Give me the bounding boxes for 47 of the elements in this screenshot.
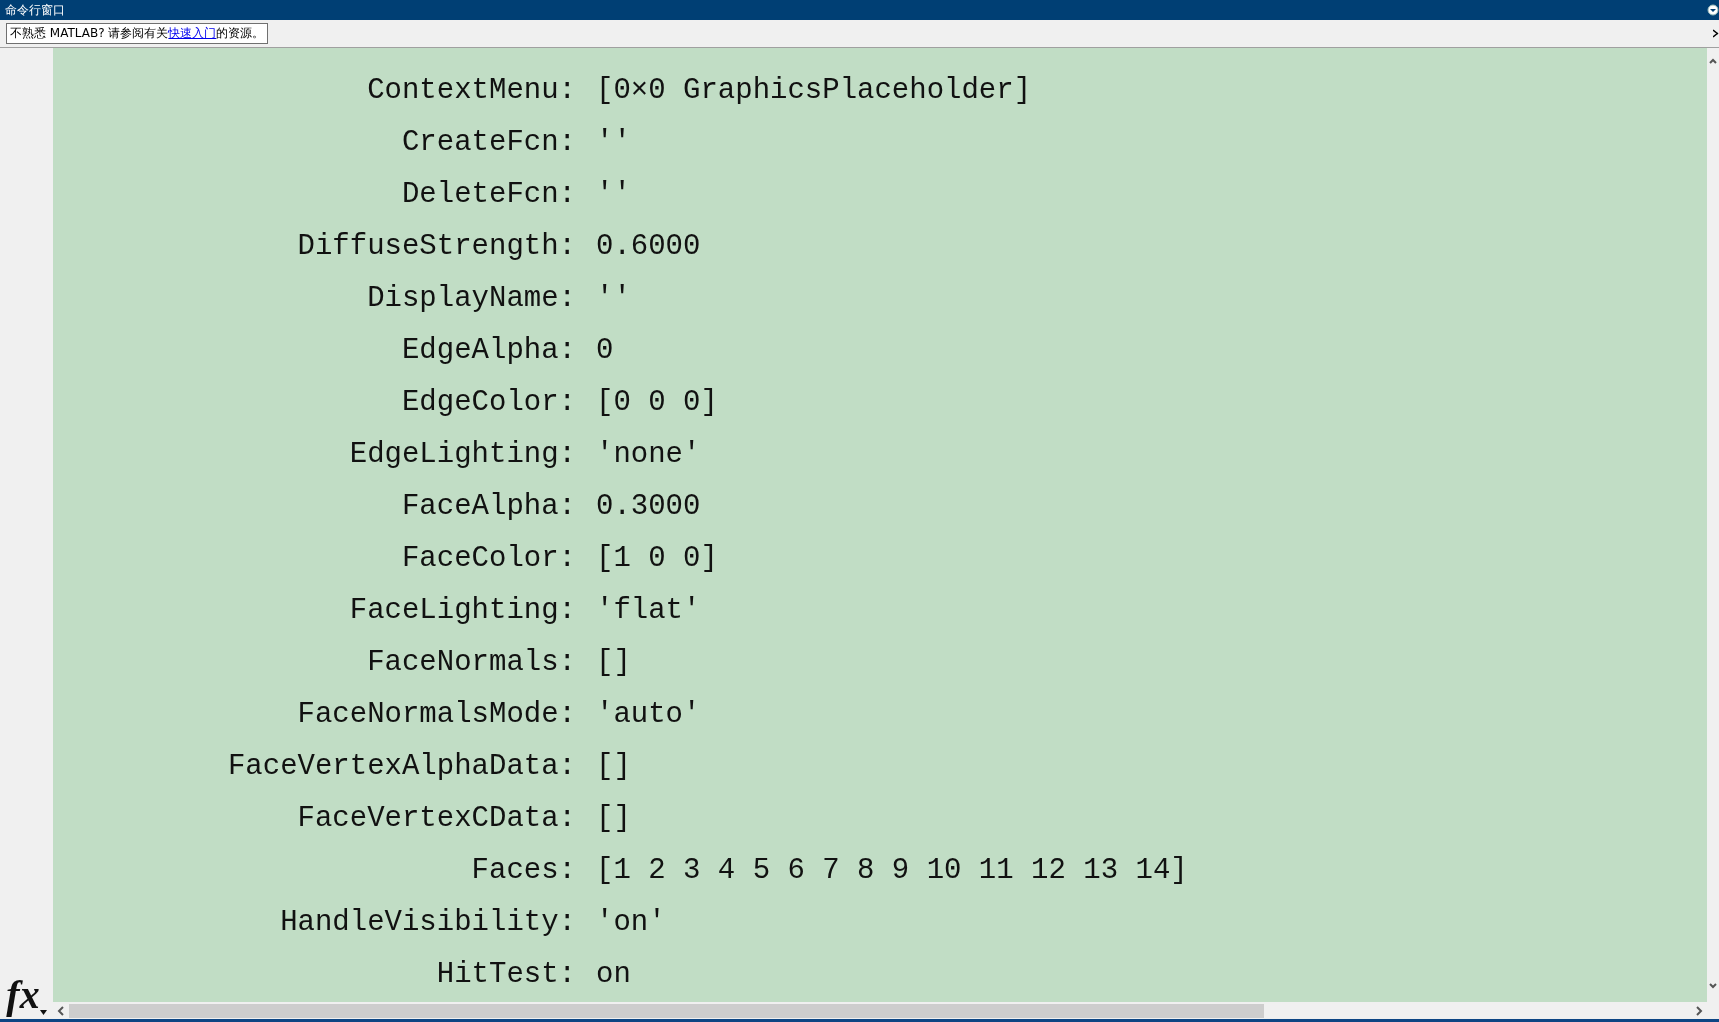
- property-name: DisplayName:: [366, 281, 576, 315]
- property-value: 'auto': [596, 697, 701, 731]
- function-browser-button[interactable]: fx: [6, 975, 47, 1015]
- property-name: HandleVisibility:: [279, 905, 576, 939]
- property-name: ContextMenu:: [366, 73, 576, 107]
- property-value: []: [596, 749, 631, 783]
- property-value: [1 2 3 4 5 6 7 8 9 10 11 12 13 14]: [596, 853, 1188, 887]
- property-value: [0 0 0]: [596, 385, 718, 419]
- window-title: 命令行窗口: [5, 3, 65, 17]
- property-name: FaceAlpha:: [400, 489, 576, 523]
- scroll-left-icon[interactable]: [57, 1005, 65, 1016]
- property-name: CreateFcn:: [400, 125, 576, 159]
- property-value: '': [596, 125, 631, 159]
- scroll-down-icon[interactable]: [1709, 983, 1717, 989]
- property-value: '': [596, 281, 631, 315]
- property-name: DeleteFcn:: [400, 177, 576, 211]
- property-value: 0.6000: [596, 229, 701, 263]
- property-name: HitTest:: [435, 957, 576, 991]
- property-value: []: [596, 645, 631, 679]
- notice-message: 不熟悉 MATLAB? 请参阅有关快速入门的资源。: [6, 23, 269, 44]
- property-value: 'none': [596, 437, 701, 471]
- property-value: 0.3000: [596, 489, 701, 523]
- property-value: '': [596, 177, 631, 211]
- property-name: FaceLighting:: [348, 593, 576, 627]
- property-name: EdgeColor:: [400, 385, 576, 419]
- scroll-right-icon[interactable]: [1695, 1005, 1703, 1016]
- property-value: on: [596, 957, 631, 991]
- property-name: FaceNormalsMode:: [296, 697, 576, 731]
- property-name: EdgeLighting:: [348, 437, 576, 471]
- scroll-up-icon[interactable]: [1709, 58, 1717, 64]
- property-value: 0: [596, 333, 614, 367]
- caret-icon: [39, 1010, 47, 1015]
- property-value: 'flat': [596, 593, 701, 627]
- property-name: FaceNormals:: [366, 645, 576, 679]
- property-name: DiffuseStrength:: [296, 229, 576, 263]
- property-name: FaceColor:: [400, 541, 576, 575]
- scrollbar-thumb[interactable]: [69, 1003, 1264, 1018]
- property-value: [1 0 0]: [596, 541, 718, 575]
- property-name: FaceVertexCData:: [296, 801, 576, 835]
- property-name: FaceVertexAlphaData:: [226, 749, 576, 783]
- property-value: [0×0 GraphicsPlaceholder]: [596, 73, 1032, 107]
- property-name: EdgeAlpha:: [400, 333, 576, 367]
- property-name: Faces:: [470, 853, 576, 887]
- menu-icon[interactable]: [1707, 4, 1719, 16]
- property-value: []: [596, 801, 631, 835]
- quick-start-link[interactable]: 快速入门: [168, 26, 217, 40]
- property-value: 'on': [596, 905, 666, 939]
